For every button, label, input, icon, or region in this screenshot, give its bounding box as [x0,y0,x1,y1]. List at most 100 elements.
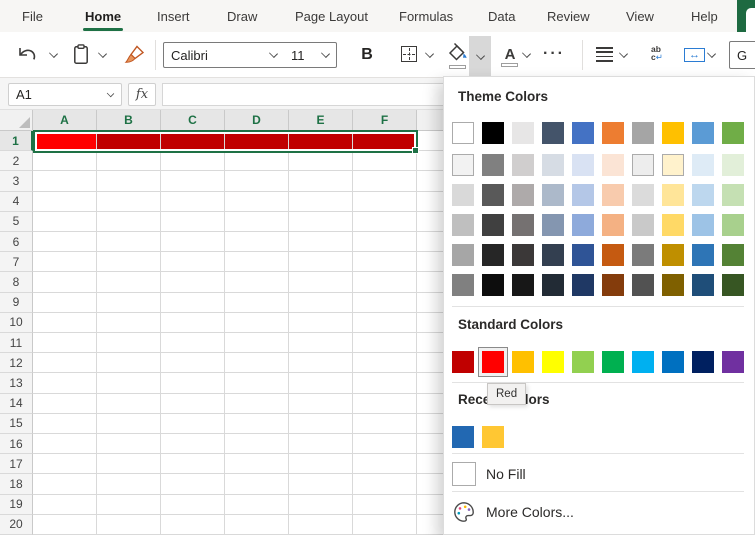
theme-variant-swatch[interactable] [632,244,654,266]
cell-D1[interactable] [225,131,289,151]
cell-D6[interactable] [225,232,289,252]
cell-F4[interactable] [353,192,417,212]
cell-A13[interactable] [33,373,97,393]
cell-A2[interactable] [33,151,97,171]
row-header-13[interactable]: 13 [0,373,33,393]
tab-help[interactable]: Help [691,0,718,32]
theme-variant-swatch[interactable] [572,184,594,206]
theme-variant-swatch[interactable] [662,274,684,296]
theme-variant-swatch[interactable] [542,214,564,236]
standard-color-swatch[interactable] [452,351,474,373]
cell-F17[interactable] [353,454,417,474]
theme-variant-swatch[interactable] [662,184,684,206]
cell-A3[interactable] [33,171,97,191]
theme-color-swatch[interactable] [572,122,594,144]
cell-D5[interactable] [225,212,289,232]
column-header-F[interactable]: F [353,110,417,131]
cell-C7[interactable] [161,252,225,272]
font-size-select[interactable]: 11 [284,42,337,68]
cell-F13[interactable] [353,373,417,393]
cell-C20[interactable] [161,515,225,535]
theme-variant-swatch[interactable] [662,214,684,236]
select-all-button[interactable] [0,110,33,131]
theme-variant-swatch[interactable] [512,274,534,296]
theme-variant-swatch[interactable] [572,244,594,266]
theme-variant-swatch[interactable] [602,154,624,176]
theme-variant-swatch[interactable] [632,154,654,176]
theme-color-swatch[interactable] [482,122,504,144]
cell-F18[interactable] [353,474,417,494]
cell-E18[interactable] [289,474,353,494]
wrap-text-button[interactable]: ab c↵ [651,45,663,61]
cell-C12[interactable] [161,353,225,373]
theme-variant-swatch[interactable] [482,274,504,296]
borders-button[interactable] [401,46,417,62]
cell-B13[interactable] [97,373,161,393]
fill-color-dropdown-arrow[interactable] [469,36,491,77]
cell-E10[interactable] [289,313,353,333]
row-header-15[interactable]: 15 [0,414,33,434]
cell-A17[interactable] [33,454,97,474]
theme-variant-swatch[interactable] [482,154,504,176]
row-header-16[interactable]: 16 [0,434,33,454]
cell-F8[interactable] [353,272,417,292]
fill-handle[interactable] [412,147,419,154]
cell-E19[interactable] [289,495,353,515]
standard-color-swatch[interactable] [632,351,654,373]
tab-view[interactable]: View [626,0,654,32]
row-header-11[interactable]: 11 [0,333,33,353]
tab-file[interactable]: File [22,0,43,32]
standard-color-swatch[interactable] [572,351,594,373]
cell-F7[interactable] [353,252,417,272]
cell-C11[interactable] [161,333,225,353]
tab-insert[interactable]: Insert [157,0,190,32]
cell-F1[interactable] [353,131,417,151]
theme-variant-swatch[interactable] [692,184,714,206]
standard-color-swatch[interactable] [512,351,534,373]
cell-C2[interactable] [161,151,225,171]
column-header-E[interactable]: E [289,110,353,131]
tab-page-layout[interactable]: Page Layout [295,0,368,32]
theme-variant-swatch[interactable] [722,214,744,236]
column-header-A[interactable]: A [33,110,97,131]
cell-C14[interactable] [161,394,225,414]
cell-A11[interactable] [33,333,97,353]
cell-E15[interactable] [289,414,353,434]
row-header-6[interactable]: 6 [0,232,33,252]
tab-data[interactable]: Data [488,0,515,32]
cell-A18[interactable] [33,474,97,494]
cell-F14[interactable] [353,394,417,414]
recent-color-swatch[interactable] [482,426,504,448]
cell-E5[interactable] [289,212,353,232]
theme-color-swatch[interactable] [542,122,564,144]
name-box[interactable]: A1 [8,83,122,106]
cell-D8[interactable] [225,272,289,292]
cell-C10[interactable] [161,313,225,333]
cell-A12[interactable] [33,353,97,373]
font-color-menu-arrow[interactable] [523,53,530,57]
cell-E1[interactable] [289,131,353,151]
cell-B20[interactable] [97,515,161,535]
standard-color-swatch[interactable] [722,351,744,373]
cell-C9[interactable] [161,293,225,313]
cell-C1[interactable] [161,131,225,151]
cell-D15[interactable] [225,414,289,434]
theme-color-swatch[interactable] [602,122,624,144]
cell-C13[interactable] [161,373,225,393]
theme-color-swatch[interactable] [452,122,474,144]
theme-variant-swatch[interactable] [542,154,564,176]
theme-variant-swatch[interactable] [722,154,744,176]
theme-variant-swatch[interactable] [572,154,594,176]
cell-D4[interactable] [225,192,289,212]
cell-C3[interactable] [161,171,225,191]
row-header-10[interactable]: 10 [0,313,33,333]
row-header-17[interactable]: 17 [0,454,33,474]
row-header-9[interactable]: 9 [0,293,33,313]
theme-variant-swatch[interactable] [482,184,504,206]
theme-color-swatch[interactable] [632,122,654,144]
cell-D13[interactable] [225,373,289,393]
row-header-20[interactable]: 20 [0,515,33,535]
cell-E17[interactable] [289,454,353,474]
cell-D16[interactable] [225,434,289,454]
font-name-select[interactable]: Calibri [163,42,285,68]
